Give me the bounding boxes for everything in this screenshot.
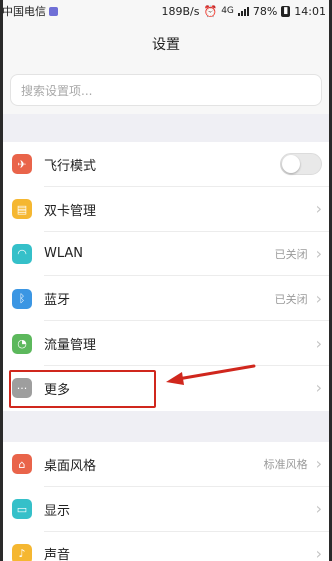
search-input[interactable]: 搜索设置项... [10, 74, 322, 106]
status-bar: 中国电信 189B/s ⏰ 4G 78% ▮ 14:01 [0, 0, 332, 22]
chevron-right-icon: › [315, 243, 322, 263]
sim-card-icon: ▤ [12, 199, 32, 220]
chevron-right-icon: › [315, 288, 322, 308]
alarm-icon: ⏰ [203, 4, 218, 18]
settings-group-display: ⌂ 桌面风格 标准风格 › ▭ 显示 › ♪ 声音 › [0, 442, 332, 561]
settings-item-label: 飞行模式 [44, 158, 97, 174]
search-area: 搜索设置项... [0, 66, 332, 114]
chevron-right-icon: › [315, 499, 322, 519]
bluetooth-icon: ᛒ [12, 288, 32, 309]
chevron-right-icon: › [315, 378, 322, 398]
network-type: 4G [221, 6, 234, 16]
chevron-right-icon: › [315, 454, 322, 474]
settings-item-display[interactable]: ▭ 显示 › [0, 487, 332, 532]
settings-item-dual-sim[interactable]: ▤ 双卡管理 › [0, 187, 332, 232]
search-placeholder: 搜索设置项... [21, 83, 93, 98]
clock: 14:01 [294, 4, 326, 18]
wifi-icon: ◠ [12, 243, 32, 264]
settings-item-wlan[interactable]: ◠ WLAN 已关闭 › [0, 232, 332, 277]
chevron-right-icon: › [315, 333, 322, 353]
left-frame-border [0, 0, 3, 561]
sound-icon: ♪ [12, 543, 32, 561]
settings-item-sound[interactable]: ♪ 声音 › [0, 532, 332, 561]
airplane-icon: ✈ [12, 154, 32, 175]
settings-item-label: 桌面风格 [44, 458, 97, 474]
annotation-arrow-icon [166, 364, 256, 385]
carrier-label: 中国电信 [2, 5, 46, 18]
settings-item-label: 双卡管理 [44, 203, 97, 219]
settings-item-home-style[interactable]: ⌂ 桌面风格 标准风格 › [0, 442, 332, 487]
battery-percent: 78% [252, 4, 278, 18]
airplane-mode-toggle[interactable] [280, 153, 322, 176]
settings-item-label: 显示 [44, 503, 71, 519]
chevron-right-icon: › [315, 543, 322, 561]
network-speed: 189B/s [161, 4, 200, 18]
display-icon: ▭ [12, 499, 32, 520]
settings-item-label: 流量管理 [44, 338, 97, 354]
chevron-right-icon: › [315, 199, 322, 219]
title-bar: 设置 [0, 22, 332, 66]
data-usage-icon: ◔ [12, 333, 32, 354]
notification-icon [49, 6, 58, 16]
annotation-highlight-box [9, 370, 156, 408]
settings-item-airplane-mode[interactable]: ✈ 飞行模式 [0, 142, 332, 187]
home-style-icon: ⌂ [12, 454, 32, 475]
settings-item-label: 声音 [44, 548, 71, 561]
wlan-status: 已关闭 [274, 247, 308, 261]
battery-icon: ▮ [281, 5, 291, 17]
settings-item-label: WLAN [44, 246, 84, 262]
settings-item-bluetooth[interactable]: ᛒ 蓝牙 已关闭 › [0, 276, 332, 321]
home-style-value: 标准风格 [263, 458, 308, 472]
settings-item-label: 蓝牙 [44, 293, 71, 309]
page-title: 设置 [152, 37, 180, 53]
bluetooth-status: 已关闭 [274, 292, 308, 306]
signal-icon [237, 6, 249, 16]
